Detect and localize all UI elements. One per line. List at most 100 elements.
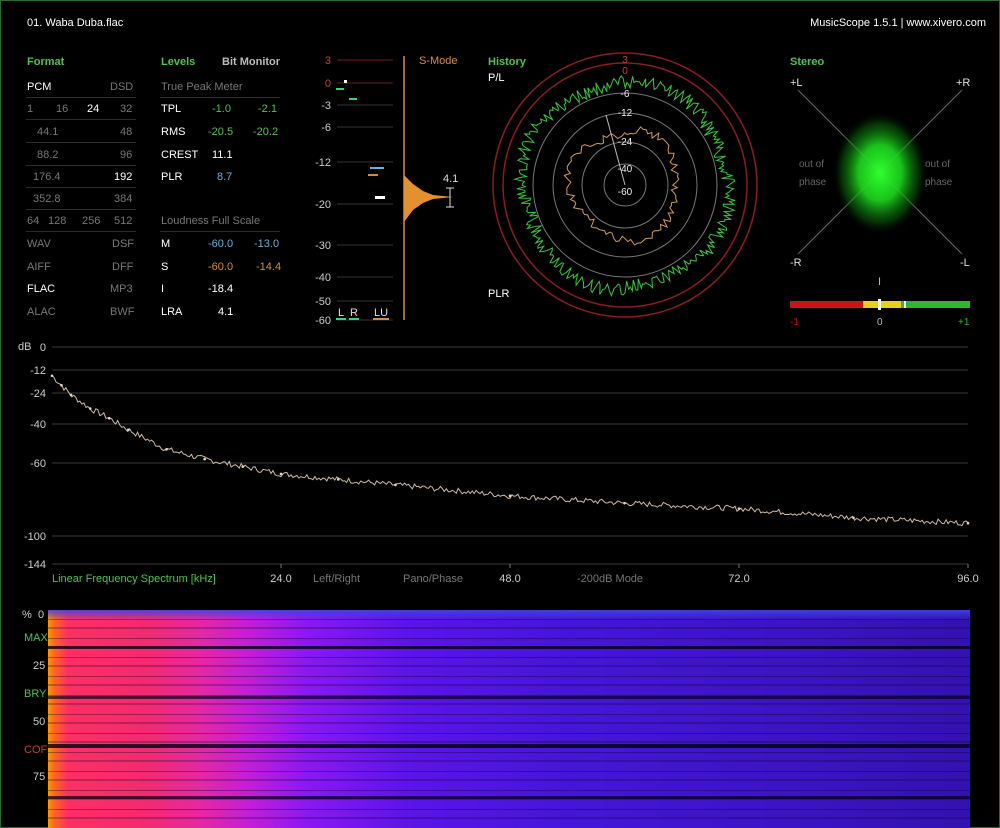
spectrogram-tag-bry: BRY	[24, 688, 47, 700]
rate-176-4: 176.4	[33, 171, 61, 183]
spectrum-point	[165, 448, 168, 451]
rms-right-value: -20.2	[253, 126, 279, 138]
loudness-full-scale-title: Loudness Full Scale	[161, 215, 261, 227]
spectrogram	[48, 610, 970, 828]
correlation-positive	[901, 301, 970, 308]
spectrum-db-tick: -40	[30, 419, 46, 431]
spectrum-freq-tick: 48.0	[499, 573, 520, 585]
spectrum-db-tick: -12	[30, 365, 46, 377]
bit-monitor-tab[interactable]: Bit Monitor	[222, 56, 280, 68]
spectrogram-tick-75: 75	[33, 771, 46, 783]
meter-scale-minus12: -12	[315, 157, 331, 169]
bit-depth-1: 1	[27, 103, 34, 115]
rate-96: 96	[120, 149, 133, 161]
rate-352-8: 352.8	[33, 193, 61, 205]
meter-scale-minus40: -40	[315, 272, 331, 284]
type-dsf: DSF	[112, 238, 134, 250]
tpl-label: TPL	[161, 103, 182, 115]
type-flac: FLAC	[27, 283, 56, 295]
s-right-value: -14.4	[256, 261, 282, 273]
mode-200db[interactable]: -200dB Mode	[577, 573, 643, 585]
rms-left-value: -20.5	[208, 126, 234, 138]
divider	[26, 142, 136, 143]
spectrum-point	[60, 384, 63, 387]
meter-scale-minus60: -60	[315, 315, 331, 327]
stereo-goniometer: +L +R -R -L out of phase out of phase I …	[790, 77, 970, 328]
divider	[26, 119, 136, 120]
correlation-negative	[790, 301, 863, 308]
spectrum-point	[508, 494, 512, 498]
ring-label-minus12: -12	[618, 108, 633, 119]
crest-value: 11.1	[212, 149, 233, 161]
ring-label-0: 0	[622, 66, 628, 77]
type-bwf: BWF	[110, 306, 135, 318]
bit-depth-16: 16	[56, 103, 69, 115]
ring-label-3: 3	[622, 55, 628, 66]
format-dsd[interactable]: DSD	[110, 81, 133, 93]
spectrum-db-tick: -100	[24, 531, 46, 543]
spectrum-point	[203, 457, 206, 461]
spectrum-db-tick: -24	[30, 388, 46, 400]
m-right-value: -13.0	[254, 238, 280, 250]
lra-value: 4.1	[218, 306, 234, 318]
s-label: S	[161, 261, 169, 273]
channel-label-r: R	[350, 307, 358, 319]
mode-pano-phase[interactable]: Pano/Phase	[403, 573, 463, 585]
meter-scale-minus30: -30	[315, 240, 331, 252]
spectrum-point	[127, 428, 130, 432]
plr-label: PLR	[161, 171, 183, 183]
out-of-phase-right-1: out of	[925, 159, 950, 170]
spectrum-point	[623, 501, 626, 505]
rate-48: 48	[120, 126, 133, 138]
app-title: MusicScope 1.5.1 | www.xivero.com	[810, 17, 986, 29]
correlation-tick-plus1: +1	[958, 317, 970, 328]
spectrogram-tag-cof: COF	[24, 744, 48, 756]
spectrum-freq-tick: 72.0	[728, 573, 749, 585]
true-peak-meter-title: True Peak Meter	[161, 81, 243, 93]
divider	[26, 165, 136, 166]
integrated-marker	[375, 196, 385, 199]
spectrum-db-unit: dB	[18, 341, 31, 353]
type-dff: DFF	[112, 261, 134, 273]
correlation-marker: I	[878, 276, 881, 288]
spectrum-db-tick: -60	[30, 458, 46, 470]
m-label: M	[161, 238, 171, 250]
mode-left-right[interactable]: Left/Right	[313, 573, 360, 585]
stereo-title: Stereo	[790, 56, 825, 68]
type-aiff: AIFF	[27, 261, 51, 273]
shortterm-marker	[368, 174, 378, 176]
correlation-tick-minus1: -1	[790, 317, 799, 328]
channel-label-lu: LU	[374, 307, 388, 319]
i-value: -18.4	[208, 283, 234, 295]
correlation-tick-0: 0	[877, 317, 883, 328]
bit-depth-24: 24	[87, 103, 100, 115]
rate-384: 384	[114, 193, 133, 205]
correlation-indicator	[878, 299, 881, 310]
meter-scale-minus3: -3	[321, 100, 331, 112]
spectrum-point	[394, 483, 397, 487]
spectrum-point	[50, 374, 54, 378]
dsd-rate-256: 256	[82, 215, 101, 227]
level-meter: 3 0 -3 -6 -12 -20 -30 -40 -50 -60 S-Mode…	[315, 55, 458, 327]
meter-mode-label[interactable]: S-Mode	[419, 55, 458, 67]
i-label: I	[161, 283, 165, 295]
spectrum-point	[966, 521, 970, 525]
meter-scale-minus6: -6	[321, 122, 331, 134]
meter-scale-minus20: -20	[315, 199, 331, 211]
stereo-plus-l: +L	[790, 77, 803, 89]
out-of-phase-right-2: phase	[925, 177, 953, 188]
ring-label-minus6: -6	[621, 89, 630, 100]
loudness-range-value: 4.1	[443, 173, 458, 185]
spectrum-chart: dB 0 -12 -24 -40 -60 -100 -144 24.0 48.0 72.0 96.…	[18, 341, 979, 585]
meter-scale-minus50: -50	[315, 296, 331, 308]
out-of-phase-left-1: out of	[799, 159, 824, 170]
tpl-right-value: -2.1	[258, 103, 277, 115]
peak-marker-right	[349, 98, 357, 100]
stereo-cloud	[832, 111, 928, 235]
levels-title: Levels	[161, 56, 196, 68]
spectrogram-tag-max: MAX	[24, 632, 48, 644]
format-pcm[interactable]: PCM	[27, 81, 51, 93]
spectrogram-pct-unit: %	[22, 609, 32, 621]
tpl-left-value: -1.0	[212, 103, 231, 115]
spectrum-point	[336, 478, 340, 481]
